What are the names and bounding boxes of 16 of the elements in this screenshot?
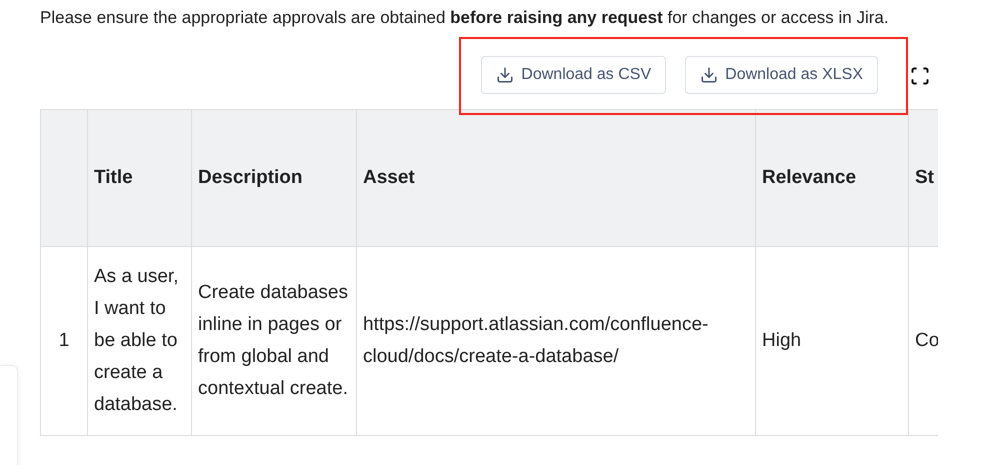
table-cell: https://support.atlassian.com/confluence-cloud/docs/create-a-database/	[356, 246, 756, 436]
column-header: Description	[192, 110, 356, 246]
table-cell: High	[756, 246, 908, 436]
column-header: Asset	[356, 110, 756, 246]
table-cell: Create databases inline in pages or from global and contextual create.	[192, 246, 356, 436]
download-icon	[496, 66, 514, 84]
table-cell: As a user, I want to be able to create a database.	[88, 246, 192, 436]
fullscreen-icon[interactable]	[910, 66, 930, 86]
column-header: St	[908, 110, 938, 246]
download-button[interactable]: Download as CSV	[481, 56, 666, 94]
column-header: Title	[88, 110, 192, 246]
table-cell: 1	[40, 246, 88, 436]
notice-text: Please ensure the appropriate approvals are obtained before raising any request for changes or access in Jira.	[40, 7, 890, 29]
download-button[interactable]: Download as XLSX	[685, 56, 878, 94]
download-icon	[700, 66, 718, 84]
column-header: Relevance	[756, 110, 908, 246]
